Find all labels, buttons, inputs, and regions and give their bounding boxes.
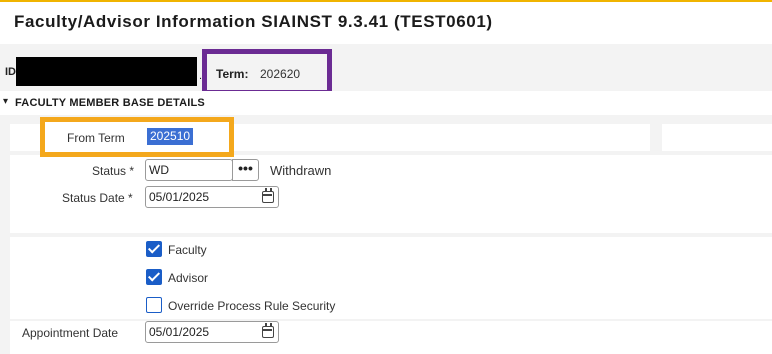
chevron-down-icon[interactable]: ▾ (3, 96, 8, 107)
term-highlight-box: Term: 202620 (202, 49, 332, 95)
appointment-date-label: Appointment Date (22, 326, 119, 340)
faculty-label: Faculty (168, 243, 207, 257)
status-label: Status * (92, 164, 135, 178)
calendar-icon[interactable] (262, 323, 274, 338)
term-value: 202620 (260, 67, 301, 81)
ellipsis-icon[interactable]: ••• (232, 159, 259, 181)
status-description: Withdrawn (270, 163, 332, 178)
page-title: Faculty/Advisor Information SIAINST 9.3.… (14, 12, 493, 31)
from-term-field[interactable]: 202510 (147, 128, 193, 145)
appointment-date-value: 05/01/2025 (149, 325, 210, 339)
override-security-label: Override Process Rule Security (168, 299, 336, 313)
section-title: FACULTY MEMBER BASE DETAILS (15, 97, 205, 109)
status-date-field[interactable]: 05/01/2025 (145, 186, 279, 208)
right-side-panel (662, 124, 772, 151)
term-label: Term: (216, 67, 249, 81)
calendar-icon[interactable] (262, 188, 274, 203)
id-label: ID (5, 66, 16, 78)
section-header[interactable]: ▾ FACULTY MEMBER BASE DETAILS (0, 91, 772, 115)
checkbox-panel (10, 237, 772, 319)
appointment-panel (10, 321, 772, 354)
from-term-label: From Term (67, 131, 125, 145)
title-bar: Faculty/Advisor Information SIAINST 9.3.… (0, 2, 772, 44)
faculty-checkbox[interactable] (146, 241, 162, 257)
redacted-id-value (16, 57, 197, 86)
status-date-value: 05/01/2025 (149, 190, 210, 204)
advisor-checkbox[interactable] (146, 269, 162, 285)
status-field[interactable]: WD (145, 159, 233, 181)
appointment-date-field[interactable]: 05/01/2025 (145, 321, 279, 343)
status-date-label: Status Date * (62, 191, 133, 205)
override-security-checkbox[interactable] (146, 297, 162, 313)
from-term-highlight-box: From Term 202510 (40, 117, 234, 157)
advisor-label: Advisor (168, 271, 209, 285)
